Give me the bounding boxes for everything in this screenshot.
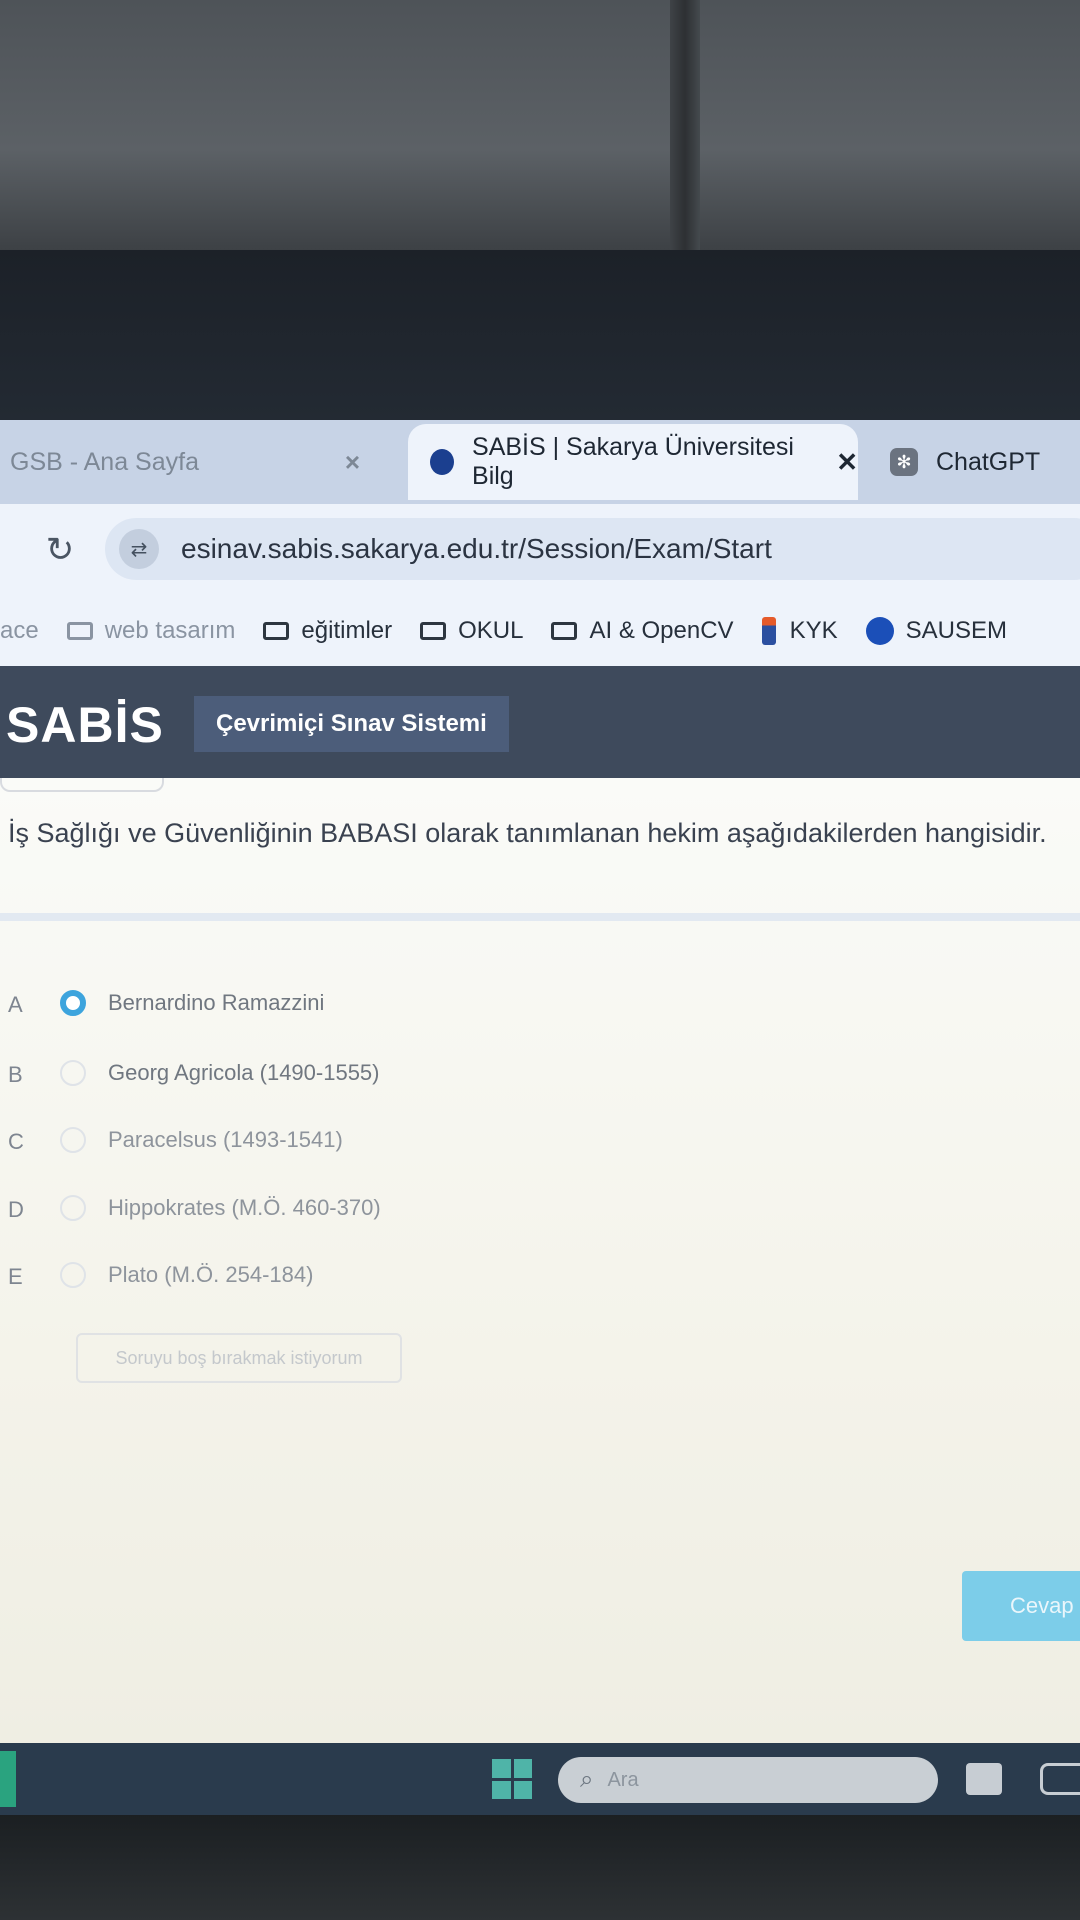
- taskbar: ⌕ Ara: [0, 1743, 1080, 1815]
- folder-icon: [66, 622, 93, 640]
- option-e[interactable]: E Plato (M.Ö. 254-184): [0, 1260, 800, 1300]
- tab-sabis[interactable]: SABİS | Sakarya Üniversitesi Bilg ✕: [408, 424, 858, 500]
- bookmark-label: SAUSEM: [905, 617, 1007, 644]
- radio-button[interactable]: [60, 1195, 86, 1221]
- sausem-icon: [865, 617, 894, 645]
- option-text: Bernardino Ramazzini: [108, 990, 325, 1015]
- option-a[interactable]: A Bernardino Ramazzini: [0, 988, 800, 1028]
- bookmark-egitimler[interactable]: eğitimler: [263, 617, 392, 645]
- answer-button[interactable]: Cevap: [962, 1571, 1080, 1641]
- windows-start-icon[interactable]: [492, 1759, 532, 1799]
- tab-chatgpt[interactable]: ✻ ChatGPT: [890, 424, 1080, 500]
- task-view-icon[interactable]: [966, 1763, 1002, 1795]
- skip-question-button[interactable]: Soruyu boş bırakmak istiyorum: [76, 1333, 402, 1383]
- tab-label: SABİS | Sakarya Üniversitesi Bilg: [472, 433, 794, 490]
- option-text: Paracelsus (1493-1541): [108, 1127, 343, 1152]
- browser-taskbar-icon[interactable]: [1040, 1763, 1080, 1795]
- wall-beam: [670, 0, 700, 250]
- bookmarks-bar: ace web tasarım eğitimler OKUL AI & Open…: [0, 596, 1080, 666]
- url-text: esinav.sabis.sakarya.edu.tr/Session/Exam…: [181, 533, 772, 564]
- radio-button[interactable]: [60, 1262, 86, 1288]
- folder-icon: [420, 622, 447, 640]
- bookmark-label: web tasarım: [104, 617, 236, 644]
- option-letter: B: [8, 1062, 23, 1087]
- site-settings-icon[interactable]: ⇄: [119, 529, 159, 569]
- option-letter: C: [8, 1129, 24, 1154]
- bookmark-kyk[interactable]: KYK: [761, 617, 838, 645]
- option-text: Hippokrates (M.Ö. 460-370): [108, 1195, 381, 1220]
- bookmark-sausem[interactable]: SAUSEM: [865, 617, 1007, 645]
- option-text: Plato (M.Ö. 254-184): [108, 1262, 314, 1287]
- taskbar-search-input[interactable]: ⌕ Ara: [558, 1757, 938, 1803]
- bookmark-okul[interactable]: OKUL: [420, 617, 523, 645]
- tab-label: ChatGPT: [936, 447, 1041, 476]
- bookmark-label: OKUL: [458, 617, 524, 644]
- bookmark-label: ace: [0, 617, 39, 644]
- close-icon[interactable]: ✕: [836, 447, 858, 478]
- option-b[interactable]: B Georg Agricola (1490-1555): [0, 1058, 800, 1098]
- browser-tab-strip: GSB - Ana Sayfa × SABİS | Sakarya Üniver…: [0, 420, 1080, 504]
- browser-toolbar: ↻ ⇄ esinav.sabis.sakarya.edu.tr/Session/…: [0, 504, 1080, 596]
- address-bar[interactable]: ⇄ esinav.sabis.sakarya.edu.tr/Session/Ex…: [105, 518, 1080, 580]
- bookmark-label: eğitimler: [301, 617, 393, 644]
- tab-label: GSB - Ana Sayfa: [10, 447, 199, 476]
- radio-button[interactable]: [60, 1060, 86, 1086]
- question-tab: [0, 778, 164, 792]
- option-letter: D: [8, 1197, 24, 1222]
- app-header: SABİS Çevrimiçi Sınav Sistemi: [0, 666, 1080, 778]
- monitor-bezel-top: [0, 250, 1080, 420]
- radio-button[interactable]: [60, 1127, 86, 1153]
- option-letter: A: [8, 992, 23, 1017]
- option-text: Georg Agricola (1490-1555): [108, 1060, 380, 1085]
- bookmark-label: AI & OpenCV: [589, 617, 734, 644]
- tab-gsb[interactable]: GSB - Ana Sayfa ×: [10, 424, 380, 500]
- bookmark-web-tasarim[interactable]: web tasarım: [66, 617, 236, 645]
- close-icon[interactable]: ×: [345, 447, 360, 478]
- divider: [0, 913, 1080, 921]
- option-c[interactable]: C Paracelsus (1493-1541): [0, 1125, 800, 1165]
- kyk-icon: [761, 617, 776, 645]
- folder-icon: [551, 622, 578, 640]
- exam-content: İş Sağlığı ve Güvenliğinin BABASI olarak…: [0, 778, 1080, 1743]
- bookmark-ace[interactable]: ace: [0, 617, 39, 645]
- chatgpt-icon: ✻: [890, 448, 918, 476]
- sabis-logo[interactable]: SABİS: [6, 696, 164, 754]
- exam-system-title: Çevrimiçi Sınav Sistemi: [194, 696, 509, 752]
- option-letter: E: [8, 1264, 23, 1289]
- folder-icon: [263, 622, 290, 640]
- widgets-icon[interactable]: [0, 1751, 16, 1807]
- reload-icon[interactable]: ↻: [40, 530, 80, 570]
- search-icon: ⌕: [580, 1766, 594, 1793]
- option-d[interactable]: D Hippokrates (M.Ö. 460-370): [0, 1193, 800, 1233]
- search-placeholder: Ara: [607, 1768, 639, 1791]
- sabis-favicon-icon: [430, 449, 455, 475]
- bookmark-ai-opencv[interactable]: AI & OpenCV: [551, 617, 734, 645]
- radio-button-selected[interactable]: [60, 990, 86, 1016]
- bookmark-label: KYK: [789, 617, 838, 644]
- room-background: [0, 0, 1080, 250]
- question-text: İş Sağlığı ve Güvenliğinin BABASI olarak…: [8, 818, 1047, 848]
- monitor-bezel-bottom: [0, 1815, 1080, 1920]
